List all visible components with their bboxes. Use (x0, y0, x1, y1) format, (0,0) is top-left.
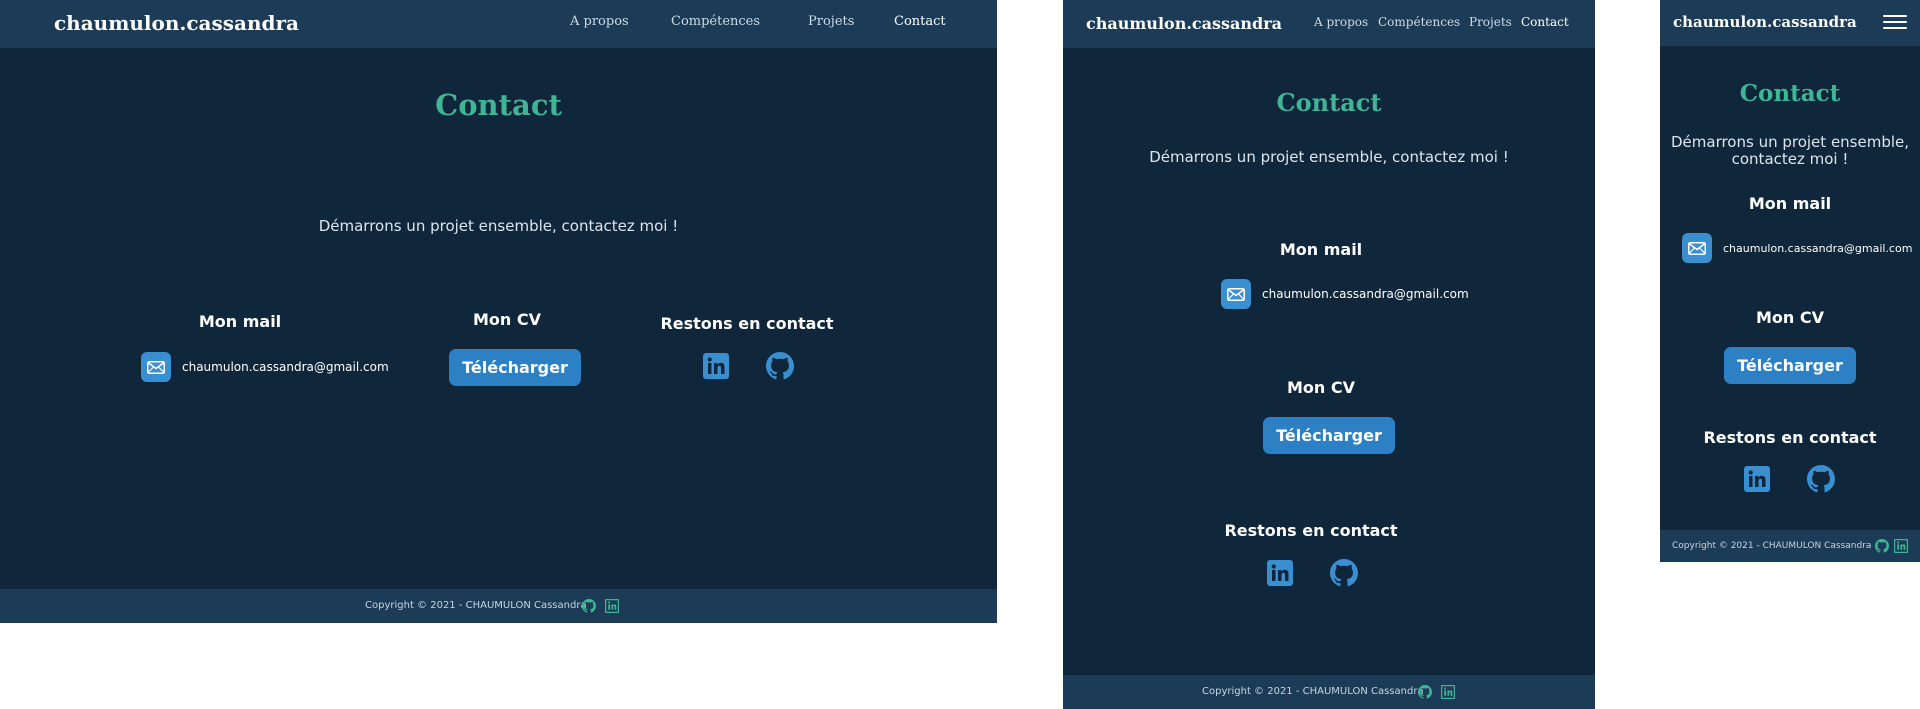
nav-link-projets[interactable]: Projets (1469, 15, 1512, 29)
copyright-text: Copyright © 2021 - CHAUMULON Cassandra (1202, 686, 1424, 697)
nav-link-contact[interactable]: Contact (894, 14, 946, 29)
page-title: Contact (1739, 80, 1841, 107)
copyright-text: Copyright © 2021 - CHAUMULON Cassandra (1672, 541, 1872, 551)
social-heading: Restons en contact (660, 314, 834, 333)
mail-heading: Mon mail (1748, 194, 1832, 213)
mail-icon (141, 352, 171, 382)
intro-text: Démarrons un projet ensemble, contactez … (318, 217, 679, 235)
navbar: chaumulon.cassandra A propos Compétences… (1063, 0, 1595, 48)
github-icon[interactable] (766, 352, 794, 380)
navbar: chaumulon.cassandra A propos Compétences… (0, 0, 997, 48)
footer-linkedin-icon[interactable] (605, 599, 619, 613)
mobile-view: chaumulon.cassandra Contact Démarrons un… (1660, 0, 1920, 562)
cv-heading: Mon CV (1756, 308, 1824, 327)
copyright-text: Copyright © 2021 - CHAUMULON Cassandra (365, 600, 587, 611)
download-cv-button[interactable]: Télécharger (1263, 417, 1395, 454)
footer: Copyright © 2021 - CHAUMULON Cassandra (0, 589, 997, 623)
footer-github-icon[interactable] (1418, 685, 1432, 699)
download-cv-button[interactable]: Télécharger (1724, 347, 1856, 384)
footer: Copyright © 2021 - CHAUMULON Cassandra (1660, 530, 1920, 562)
nav-link-competences[interactable]: Compétences (1378, 15, 1460, 29)
brand-logo[interactable]: chaumulon.cassandra (54, 11, 299, 35)
hamburger-menu-icon[interactable] (1883, 15, 1907, 29)
cv-heading: Mon CV (1287, 378, 1355, 397)
github-icon[interactable] (1807, 465, 1835, 493)
footer: Copyright © 2021 - CHAUMULON Cassandra (1063, 675, 1595, 709)
footer-linkedin-icon[interactable] (1441, 685, 1455, 699)
brand-logo[interactable]: chaumulon.cassandra (1673, 13, 1857, 31)
social-heading: Restons en contact (1703, 428, 1877, 447)
email-address[interactable]: chaumulon.cassandra@gmail.com (1723, 242, 1912, 255)
email-link[interactable]: chaumulon.cassandra@gmail.com (1221, 279, 1469, 309)
footer-github-icon[interactable] (1875, 539, 1889, 553)
page-title: Contact (435, 88, 562, 122)
email-address[interactable]: chaumulon.cassandra@gmail.com (1262, 287, 1469, 301)
mail-icon (1221, 279, 1251, 309)
nav-link-contact[interactable]: Contact (1521, 15, 1569, 29)
mail-icon (1682, 233, 1712, 263)
footer-github-icon[interactable] (582, 599, 596, 613)
linkedin-icon[interactable] (702, 352, 730, 380)
download-cv-button[interactable]: Télécharger (449, 349, 581, 386)
nav-link-a-propos[interactable]: A propos (1314, 15, 1368, 29)
mail-heading: Mon mail (1279, 240, 1363, 259)
nav-link-a-propos[interactable]: A propos (570, 14, 629, 29)
email-address[interactable]: chaumulon.cassandra@gmail.com (182, 360, 389, 374)
github-icon[interactable] (1330, 559, 1358, 587)
intro-text: Démarrons un projet ensemble, contactez … (1670, 133, 1910, 168)
linkedin-icon[interactable] (1743, 465, 1771, 493)
email-link[interactable]: chaumulon.cassandra@gmail.com (1682, 233, 1912, 263)
cv-heading: Mon CV (473, 310, 541, 329)
email-link[interactable]: chaumulon.cassandra@gmail.com (141, 352, 389, 382)
brand-logo[interactable]: chaumulon.cassandra (1086, 14, 1282, 33)
footer-linkedin-icon[interactable] (1894, 539, 1908, 553)
social-heading: Restons en contact (1224, 521, 1398, 540)
navbar: chaumulon.cassandra (1660, 0, 1920, 46)
tablet-view: chaumulon.cassandra A propos Compétences… (1063, 0, 1595, 709)
desktop-view: chaumulon.cassandra A propos Compétences… (0, 0, 997, 623)
linkedin-icon[interactable] (1266, 559, 1294, 587)
nav-link-competences[interactable]: Compétences (671, 14, 760, 29)
mail-heading: Mon mail (198, 312, 282, 331)
intro-text: Démarrons un projet ensemble, contactez … (1149, 148, 1509, 166)
nav-link-projets[interactable]: Projets (808, 14, 854, 29)
page-title: Contact (1276, 88, 1382, 117)
